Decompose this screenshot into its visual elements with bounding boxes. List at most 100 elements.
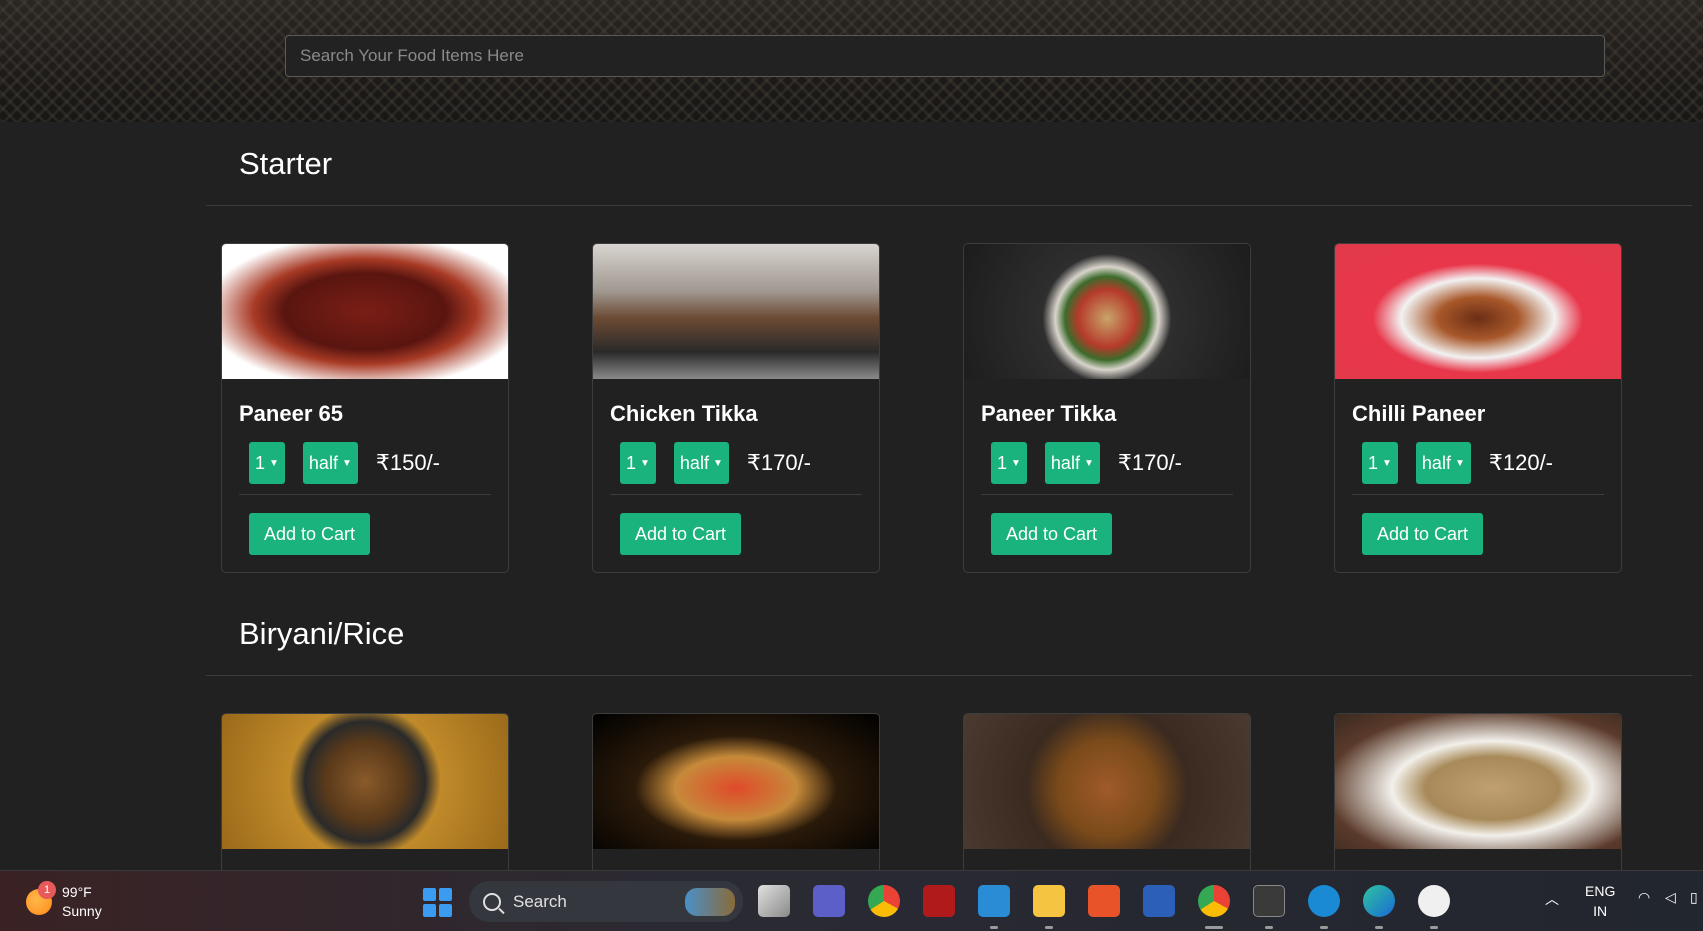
chevron-down-icon: ▼ [1011, 457, 1021, 469]
taskbar-search[interactable]: Search [469, 881, 743, 922]
size-value: half [1421, 452, 1451, 473]
weather-text: 99°F Sunny [62, 883, 102, 921]
food-price: ₹150/- [375, 450, 441, 475]
office-icon[interactable] [1088, 885, 1120, 917]
food-card: Paneer 65 1 ▼ half ▼ ₹150/- Add to Cart [221, 243, 509, 573]
food-price: ₹170/- [1117, 450, 1183, 475]
food-card [1334, 713, 1622, 883]
food-card [221, 713, 509, 883]
size-select[interactable]: half ▼ [673, 442, 729, 484]
quantity-select[interactable]: 1 ▼ [1362, 442, 1398, 484]
task-view-icon[interactable] [758, 885, 790, 917]
notification-badge: 1 [38, 881, 56, 899]
wifi-icon[interactable]: ◠ [1638, 889, 1650, 906]
food-image [222, 244, 508, 379]
quantity-value: 1 [997, 452, 1008, 473]
chevron-up-icon[interactable]: ︿ [1545, 889, 1559, 909]
skype-icon[interactable] [1308, 885, 1340, 917]
word-icon[interactable] [1143, 885, 1175, 917]
search-highlight-icon [685, 888, 735, 916]
size-value: half [679, 452, 709, 473]
food-image [964, 244, 1250, 379]
food-name: Paneer 65 [239, 401, 343, 426]
food-name: Chilli Paneer [1352, 401, 1486, 426]
food-image [1335, 244, 1621, 379]
size-select[interactable]: half ▼ [1415, 442, 1471, 484]
weather-widget[interactable]: 1 99°F Sunny [26, 881, 102, 921]
teams-icon[interactable] [813, 885, 845, 917]
food-name: Chicken Tikka [610, 401, 758, 426]
file-explorer-icon[interactable] [1033, 885, 1065, 917]
mongodb-icon[interactable] [1418, 885, 1450, 917]
food-image [593, 244, 879, 379]
app-icon-red[interactable] [923, 885, 955, 917]
chevron-down-icon: ▼ [1454, 457, 1465, 469]
food-search-input[interactable] [285, 35, 1605, 77]
card-controls: 1 ▼ half ▼ ₹170/- [991, 442, 1182, 484]
chevron-down-icon: ▼ [712, 457, 723, 469]
quantity-value: 1 [626, 452, 637, 473]
add-to-cart-button[interactable]: Add to Cart [249, 513, 370, 555]
card-divider [610, 494, 862, 495]
sun-icon: 1 [26, 881, 56, 915]
running-indicator [1205, 926, 1223, 929]
running-indicator [1045, 926, 1053, 929]
chevron-down-icon: ▼ [640, 457, 650, 469]
vscode-icon[interactable] [978, 885, 1010, 917]
card-divider [239, 494, 491, 495]
running-indicator [990, 926, 998, 929]
running-indicator [1265, 926, 1273, 929]
food-card [963, 713, 1251, 883]
search-icon [483, 892, 501, 911]
section-divider [206, 675, 1692, 676]
card-divider [981, 494, 1233, 495]
quantity-select[interactable]: 1 ▼ [991, 442, 1027, 484]
battery-icon[interactable]: ▯ [1690, 889, 1698, 906]
chrome-icon[interactable] [868, 885, 900, 917]
weather-temp: 99°F [62, 884, 92, 900]
chevron-down-icon: ▼ [1083, 457, 1094, 469]
volume-icon[interactable]: ◁ [1665, 889, 1676, 906]
food-card: Paneer Tikka 1 ▼ half ▼ ₹170/- Add to Cart [963, 243, 1251, 573]
card-divider [1352, 494, 1604, 495]
quantity-select[interactable]: 1 ▼ [249, 442, 285, 484]
quantity-select[interactable]: 1 ▼ [620, 442, 656, 484]
food-image [964, 714, 1250, 849]
add-to-cart-button[interactable]: Add to Cart [1362, 513, 1483, 555]
add-to-cart-button[interactable]: Add to Cart [620, 513, 741, 555]
taskbar-search-label: Search [513, 891, 567, 911]
section-title-biryani-rice: Biryani/Rice [239, 616, 405, 651]
food-card: Chilli Paneer 1 ▼ half ▼ ₹120/- Add to Car… [1334, 243, 1622, 573]
food-image [1335, 714, 1621, 849]
quantity-value: 1 [255, 452, 266, 473]
food-image [222, 714, 508, 849]
card-controls: 1 ▼ half ▼ ₹120/- [1362, 442, 1553, 484]
food-image [593, 714, 879, 849]
size-select[interactable]: half ▼ [1044, 442, 1100, 484]
section-divider [206, 205, 1692, 206]
quantity-value: 1 [1368, 452, 1379, 473]
windows-start-icon[interactable] [423, 888, 453, 918]
card-controls: 1 ▼ half ▼ ₹150/- [249, 442, 440, 484]
food-price: ₹120/- [1488, 450, 1554, 475]
running-indicator [1430, 926, 1438, 929]
running-indicator [1375, 926, 1383, 929]
food-card: Chicken Tikka 1 ▼ half ▼ ₹170/- Add to Car… [592, 243, 880, 573]
windows-taskbar: 1 99°F Sunny Search ︿ ENG IN ◠ ◁ ▯ [0, 870, 1703, 931]
edge-icon[interactable] [1363, 885, 1395, 917]
food-card [592, 713, 880, 883]
size-select[interactable]: half ▼ [302, 442, 358, 484]
size-value: half [1050, 452, 1080, 473]
size-value: half [308, 452, 338, 473]
language-indicator[interactable]: ENG IN [1585, 881, 1615, 921]
chrome-profile-icon[interactable] [1198, 885, 1230, 917]
chevron-down-icon: ▼ [341, 457, 352, 469]
food-price: ₹170/- [746, 450, 812, 475]
terminal-icon[interactable] [1253, 885, 1285, 917]
food-name: Paneer Tikka [981, 401, 1117, 426]
language-code: ENG [1585, 883, 1616, 899]
add-to-cart-button[interactable]: Add to Cart [991, 513, 1112, 555]
weather-desc: Sunny [62, 903, 102, 919]
running-indicator [1320, 926, 1328, 929]
region-code: IN [1593, 903, 1608, 919]
